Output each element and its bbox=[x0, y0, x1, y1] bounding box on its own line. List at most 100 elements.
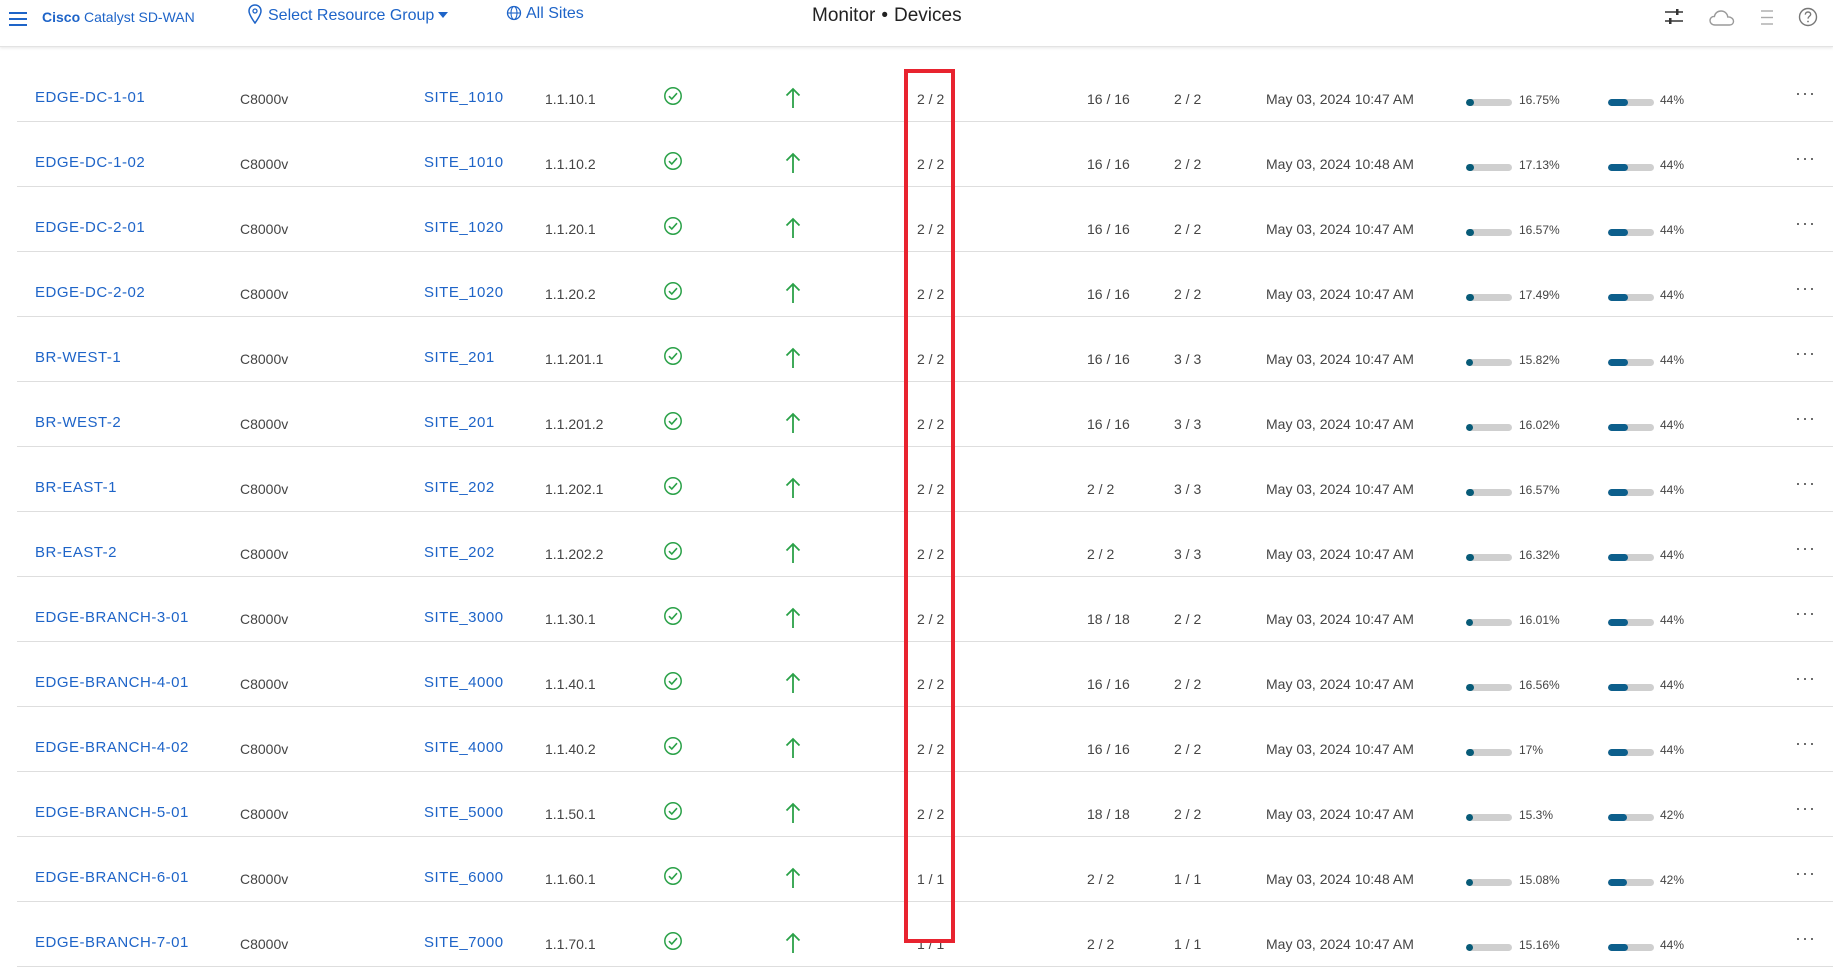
device-model: C8000v bbox=[240, 611, 289, 627]
cpu-load-fill bbox=[1466, 554, 1474, 561]
site-link[interactable]: SITE_1010 bbox=[424, 154, 504, 171]
cpu-load-value: 16.75% bbox=[1519, 93, 1560, 107]
site-link[interactable]: SITE_7000 bbox=[424, 934, 504, 951]
page-title: Monitor • Devices bbox=[812, 5, 962, 27]
memory-usage-fill bbox=[1608, 294, 1629, 301]
bfd-sessions: 1 / 1 bbox=[917, 871, 945, 887]
sliders-icon[interactable] bbox=[1664, 8, 1684, 26]
device-name-link[interactable]: EDGE-BRANCH-7-01 bbox=[35, 934, 189, 951]
cpu-load-value: 16.56% bbox=[1519, 678, 1560, 692]
device-name-link[interactable]: BR-EAST-2 bbox=[35, 544, 117, 561]
site-link[interactable]: SITE_1020 bbox=[424, 219, 504, 236]
chevron-down-icon bbox=[438, 12, 449, 18]
cloud-icon[interactable] bbox=[1709, 9, 1735, 27]
site-link[interactable]: SITE_4000 bbox=[424, 674, 504, 691]
cpu-load-value: 16.01% bbox=[1519, 613, 1560, 627]
help-icon[interactable] bbox=[1798, 7, 1818, 27]
bfd-sessions: 2 / 2 bbox=[917, 91, 945, 107]
table-row[interactable]: EDGE-BRANCH-5-01 C8000v SITE_5000 1.1.50.1 2… bbox=[17, 772, 1833, 837]
cpu-load-value: 16.02% bbox=[1519, 418, 1560, 432]
site-link[interactable]: SITE_202 bbox=[424, 479, 495, 496]
table-row[interactable]: EDGE-DC-1-02 C8000v SITE_1010 1.1.10.2 2 / 2… bbox=[17, 122, 1833, 187]
site-link[interactable]: SITE_5000 bbox=[424, 804, 504, 821]
control-connections: 16 / 16 bbox=[1087, 416, 1130, 432]
more-actions-icon[interactable]: ··· bbox=[1795, 603, 1816, 624]
memory-usage-bar bbox=[1608, 684, 1654, 691]
tloc-count: 3 / 3 bbox=[1174, 546, 1202, 562]
more-actions-icon[interactable]: ··· bbox=[1795, 733, 1816, 754]
more-actions-icon[interactable]: ··· bbox=[1795, 668, 1816, 689]
memory-usage-value: 44% bbox=[1660, 93, 1685, 107]
device-name-link[interactable]: BR-WEST-2 bbox=[35, 414, 121, 431]
memory-usage-bar bbox=[1608, 814, 1654, 821]
select-resource-group-dropdown[interactable]: Select Resource Group bbox=[248, 4, 449, 25]
hamburger-menu-icon[interactable] bbox=[9, 12, 27, 26]
memory-usage-value: 44% bbox=[1660, 418, 1685, 432]
cpu-load-value: 16.57% bbox=[1519, 483, 1560, 497]
up-since: May 03, 2024 10:48 AM bbox=[1266, 156, 1414, 172]
more-actions-icon[interactable]: ··· bbox=[1795, 408, 1816, 429]
cpu-load-value: 15.16% bbox=[1519, 938, 1560, 952]
site-link[interactable]: SITE_6000 bbox=[424, 869, 504, 886]
table-row[interactable]: EDGE-BRANCH-4-02 C8000v SITE_4000 1.1.40.2 2… bbox=[17, 707, 1833, 772]
cpu-load-bar bbox=[1466, 619, 1512, 626]
arrow-up-icon bbox=[785, 87, 801, 108]
site-link[interactable]: SITE_4000 bbox=[424, 739, 504, 756]
device-name-link[interactable]: EDGE-BRANCH-6-01 bbox=[35, 869, 189, 886]
cpu-load-bar bbox=[1466, 99, 1512, 106]
device-name-link[interactable]: EDGE-DC-1-01 bbox=[35, 89, 145, 106]
more-actions-icon[interactable]: ··· bbox=[1795, 863, 1816, 884]
more-actions-icon[interactable]: ··· bbox=[1795, 148, 1816, 169]
tloc-count: 2 / 2 bbox=[1174, 91, 1202, 107]
table-row[interactable]: BR-EAST-1 C8000v SITE_202 1.1.202.1 2 / 2 2 /… bbox=[17, 447, 1833, 512]
arrow-up-icon bbox=[785, 217, 801, 238]
bfd-sessions: 2 / 2 bbox=[917, 351, 945, 367]
site-link[interactable]: SITE_3000 bbox=[424, 609, 504, 626]
site-link[interactable]: SITE_201 bbox=[424, 349, 495, 366]
device-name-link[interactable]: EDGE-BRANCH-5-01 bbox=[35, 804, 189, 821]
device-name-link[interactable]: EDGE-DC-2-01 bbox=[35, 219, 145, 236]
table-row[interactable]: EDGE-DC-1-01 C8000v SITE_1010 1.1.10.1 2 / 2… bbox=[17, 57, 1833, 122]
device-name-link[interactable]: EDGE-DC-1-02 bbox=[35, 154, 145, 171]
task-list-icon[interactable] bbox=[1760, 9, 1774, 26]
all-sites-selector[interactable]: All Sites bbox=[506, 5, 584, 23]
more-actions-icon[interactable]: ··· bbox=[1795, 213, 1816, 234]
system-ip: 1.1.201.2 bbox=[545, 416, 604, 432]
site-link[interactable]: SITE_201 bbox=[424, 414, 495, 431]
memory-usage-fill bbox=[1608, 554, 1629, 561]
more-actions-icon[interactable]: ··· bbox=[1795, 278, 1816, 299]
table-row[interactable]: BR-EAST-2 C8000v SITE_202 1.1.202.2 2 / 2 2 /… bbox=[17, 512, 1833, 577]
more-actions-icon[interactable]: ··· bbox=[1795, 798, 1816, 819]
cpu-load-value: 16.32% bbox=[1519, 548, 1560, 562]
table-row[interactable]: EDGE-BRANCH-7-01 C8000v SITE_7000 1.1.70.1 1… bbox=[17, 902, 1833, 967]
device-name-link[interactable]: EDGE-DC-2-02 bbox=[35, 284, 145, 301]
table-row[interactable]: EDGE-DC-2-01 C8000v SITE_1020 1.1.20.1 2 / 2… bbox=[17, 187, 1833, 252]
table-row[interactable]: EDGE-BRANCH-4-01 C8000v SITE_4000 1.1.40.1 2… bbox=[17, 642, 1833, 707]
cpu-load-fill bbox=[1466, 294, 1475, 301]
cpu-load-bar bbox=[1466, 684, 1512, 691]
map-pin-icon bbox=[248, 4, 262, 25]
bfd-sessions: 2 / 2 bbox=[917, 546, 945, 562]
tloc-count: 2 / 2 bbox=[1174, 676, 1202, 692]
device-name-link[interactable]: EDGE-BRANCH-4-01 bbox=[35, 674, 189, 691]
table-row[interactable]: EDGE-DC-2-02 C8000v SITE_1020 1.1.20.2 2 / 2… bbox=[17, 252, 1833, 317]
table-row[interactable]: BR-WEST-2 C8000v SITE_201 1.1.201.2 2 / 2 16 … bbox=[17, 382, 1833, 447]
device-name-link[interactable]: BR-WEST-1 bbox=[35, 349, 121, 366]
more-actions-icon[interactable]: ··· bbox=[1795, 83, 1816, 104]
more-actions-icon[interactable]: ··· bbox=[1795, 538, 1816, 559]
brand-logo-text[interactable]: Cisco Catalyst SD-WAN bbox=[42, 9, 195, 25]
site-link[interactable]: SITE_202 bbox=[424, 544, 495, 561]
tloc-count: 3 / 3 bbox=[1174, 481, 1202, 497]
more-actions-icon[interactable]: ··· bbox=[1795, 343, 1816, 364]
device-name-link[interactable]: EDGE-BRANCH-3-01 bbox=[35, 609, 189, 626]
memory-usage-bar bbox=[1608, 489, 1654, 496]
site-link[interactable]: SITE_1010 bbox=[424, 89, 504, 106]
table-row[interactable]: EDGE-BRANCH-6-01 C8000v SITE_6000 1.1.60.1 1… bbox=[17, 837, 1833, 902]
more-actions-icon[interactable]: ··· bbox=[1795, 473, 1816, 494]
bfd-sessions: 2 / 2 bbox=[917, 221, 945, 237]
device-name-link[interactable]: BR-EAST-1 bbox=[35, 479, 117, 496]
table-row[interactable]: BR-WEST-1 C8000v SITE_201 1.1.201.1 2 / 2 16 … bbox=[17, 317, 1833, 382]
site-link[interactable]: SITE_1020 bbox=[424, 284, 504, 301]
table-row[interactable]: EDGE-BRANCH-3-01 C8000v SITE_3000 1.1.30.1 2… bbox=[17, 577, 1833, 642]
device-name-link[interactable]: EDGE-BRANCH-4-02 bbox=[35, 739, 189, 756]
